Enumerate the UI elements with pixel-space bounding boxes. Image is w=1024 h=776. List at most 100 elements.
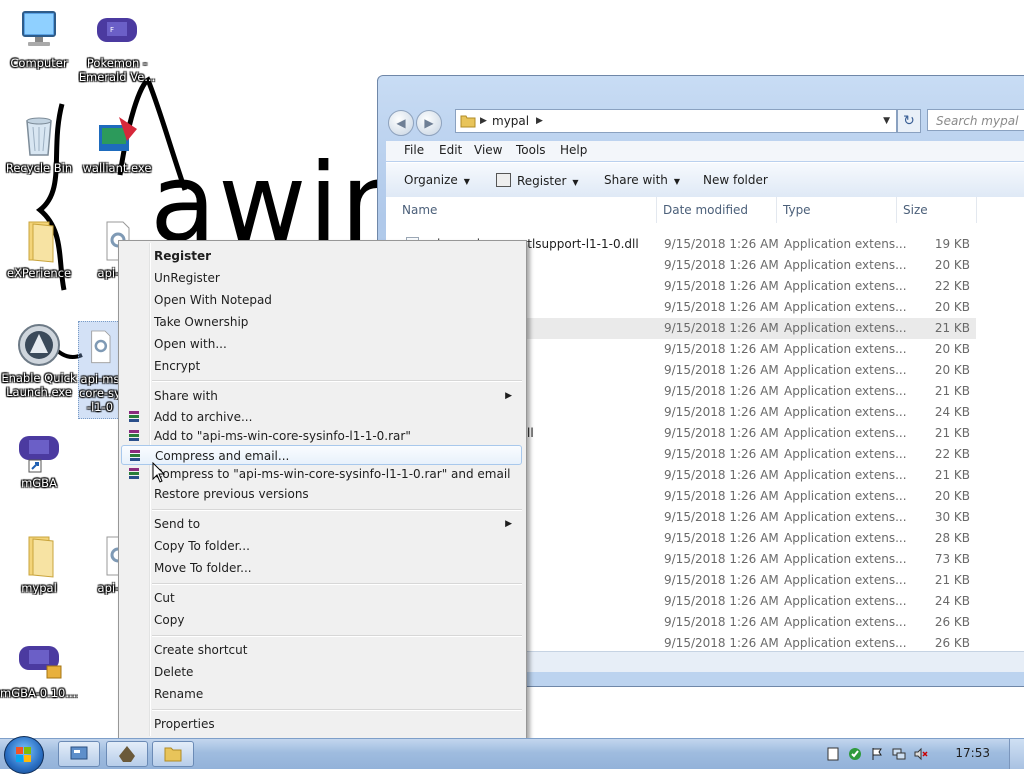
refresh-button[interactable]: ↻ <box>897 109 921 133</box>
menu-item-properties[interactable]: Properties <box>121 714 522 734</box>
desktop-icon-label: Pokemon - <box>86 56 148 70</box>
notepad-icon[interactable] <box>826 747 840 761</box>
menu-item-label: Open With Notepad <box>154 293 272 307</box>
menu-item-compress-to-rar-and-email[interactable]: Compress to "api-ms-win-core-sysinfo-l1-… <box>121 464 522 484</box>
start-button[interactable] <box>4 736 44 774</box>
cell-type: Application extens... <box>784 300 907 314</box>
menu-item-open-with-notepad[interactable]: Open With Notepad <box>121 290 522 310</box>
cell-type: Application extens... <box>784 258 907 272</box>
menu-item-label: Send to <box>154 517 201 531</box>
show-desktop-button[interactable] <box>1009 739 1024 769</box>
column-divider[interactable] <box>656 197 657 223</box>
menu-item-label: Move To folder... <box>154 561 252 575</box>
desktop-icon-label-line2: Launch.exe <box>6 385 72 399</box>
taskbar-button-app[interactable] <box>106 741 148 767</box>
cell-size: 20 KB <box>934 258 970 272</box>
menu-item-restore-previous-versions[interactable]: Restore previous versions <box>121 484 522 504</box>
desktop-icon-experience[interactable]: eXPerience <box>0 216 78 280</box>
share-with-button[interactable]: Share with ▼ <box>604 173 680 187</box>
clock[interactable]: 17:53 <box>955 746 990 760</box>
column-header-date[interactable]: Date modified <box>663 203 748 217</box>
menu-item-move-to-folder[interactable]: Move To folder... <box>121 558 522 578</box>
menu-item-add-to-archive[interactable]: Add to archive... <box>121 407 522 427</box>
menu-item-compress-and-email[interactable]: Compress and email... <box>121 445 522 465</box>
cell-date: 9/15/2018 1:26 AM <box>664 321 779 335</box>
flag-icon[interactable] <box>870 747 884 761</box>
search-input[interactable]: Search mypal <box>927 109 1024 131</box>
cell-type: Application extens... <box>784 510 907 524</box>
cell-date: 9/15/2018 1:26 AM <box>664 636 779 650</box>
folder-icon <box>460 113 476 128</box>
desktop-icon-walliant[interactable]: walliant.exe <box>78 111 156 175</box>
menu-file[interactable]: File <box>404 143 424 157</box>
desktop-icon-enable-quick-launch[interactable]: Enable Quick Launch.exe <box>0 321 78 399</box>
column-divider[interactable] <box>896 197 897 223</box>
column-divider[interactable] <box>776 197 777 223</box>
desktop-icon-mgba[interactable]: mGBA <box>0 426 78 490</box>
menu-separator <box>152 509 522 511</box>
computer-icon <box>15 6 63 54</box>
desktop-icon-mypal[interactable]: mypal <box>0 531 78 595</box>
menu-edit[interactable]: Edit <box>439 143 462 157</box>
address-bar[interactable]: ▶ mypal ▶ ▼ <box>455 109 897 133</box>
breadcrumb-arrow-icon[interactable]: ▶ <box>480 110 487 132</box>
column-header-type[interactable]: Type <box>783 203 811 217</box>
menu-item-rename[interactable]: Rename <box>121 684 522 704</box>
chevron-down-icon: ▼ <box>463 177 470 186</box>
back-button[interactable]: ◀ <box>388 110 414 136</box>
winrar-icon <box>129 449 141 463</box>
network-icon[interactable] <box>892 747 906 761</box>
menu-item-create-shortcut[interactable]: Create shortcut <box>121 640 522 660</box>
cell-type: Application extens... <box>784 342 907 356</box>
desktop-icon-api-ms-selected[interactable]: api-ms core-sys -l1-0 <box>78 321 122 419</box>
menu-help[interactable]: Help <box>560 143 587 157</box>
menu-item-cut[interactable]: Cut <box>121 588 522 608</box>
desktop-icon-computer[interactable]: Computer <box>0 6 78 70</box>
menu-bar: File Edit View Tools Help <box>386 141 1024 161</box>
menu-item-register[interactable]: Register <box>121 246 522 266</box>
chevron-down-icon[interactable]: ▼ <box>883 110 890 132</box>
menu-separator <box>152 583 522 585</box>
menu-tools[interactable]: Tools <box>516 143 546 157</box>
cell-size: 24 KB <box>934 405 970 419</box>
cell-type: Application extens... <box>784 321 907 335</box>
menu-item-encrypt[interactable]: Encrypt <box>121 356 522 376</box>
menu-view[interactable]: View <box>474 143 502 157</box>
cell-type: Application extens... <box>784 573 907 587</box>
menu-item-send-to[interactable]: Send to ▶ <box>121 514 522 534</box>
cell-size: 22 KB <box>934 279 970 293</box>
organize-button[interactable]: Organize ▼ <box>404 173 470 187</box>
menu-item-delete[interactable]: Delete <box>121 662 522 682</box>
cell-size: 20 KB <box>934 489 970 503</box>
menu-item-add-to-rar[interactable]: Add to "api-ms-win-core-sysinfo-l1-1-0.r… <box>121 426 522 446</box>
menu-item-copy-to-folder[interactable]: Copy To folder... <box>121 536 522 556</box>
submenu-arrow-icon: ▶ <box>505 391 512 401</box>
forward-button[interactable]: ▶ <box>416 110 442 136</box>
breadcrumb[interactable]: mypal <box>492 110 529 132</box>
menu-item-copy[interactable]: Copy <box>121 610 522 630</box>
taskbar-button-explorer[interactable] <box>152 741 194 767</box>
shield-check-icon[interactable] <box>848 747 862 761</box>
folder-icon <box>164 747 182 762</box>
register-button[interactable]: Register ▼ <box>496 173 579 188</box>
menu-item-label: Restore previous versions <box>154 487 309 501</box>
context-menu[interactable]: Register UnRegister Open With Notepad Ta… <box>118 240 527 739</box>
column-divider[interactable] <box>976 197 977 223</box>
breadcrumb-arrow-icon[interactable]: ▶ <box>536 110 543 132</box>
menu-item-open-with[interactable]: Open with... <box>121 334 522 354</box>
desktop-icon-pokemon[interactable]: F Pokemon - Emerald Ve... <box>78 6 156 84</box>
new-folder-button[interactable]: New folder <box>703 173 768 187</box>
desktop-icon-recycle-bin[interactable]: Recycle Bin <box>0 111 78 175</box>
menu-item-label: Copy To folder... <box>154 539 250 553</box>
cell-date: 9/15/2018 1:26 AM <box>664 489 779 503</box>
column-header-name[interactable]: Name <box>402 203 437 217</box>
menu-item-unregister[interactable]: UnRegister <box>121 268 522 288</box>
desktop-icon-mgba-archive[interactable]: mGBA-0.10.... <box>0 636 78 700</box>
menu-item-take-ownership[interactable]: Take Ownership <box>121 312 522 332</box>
volume-muted-icon[interactable] <box>914 747 928 761</box>
cell-date: 9/15/2018 1:26 AM <box>664 573 779 587</box>
menu-item-share-with[interactable]: Share with ▶ <box>121 386 522 406</box>
system-tray: 17:53 <box>814 739 1024 769</box>
column-header-size[interactable]: Size <box>903 203 928 217</box>
taskbar-button-control-panel[interactable] <box>58 741 100 767</box>
